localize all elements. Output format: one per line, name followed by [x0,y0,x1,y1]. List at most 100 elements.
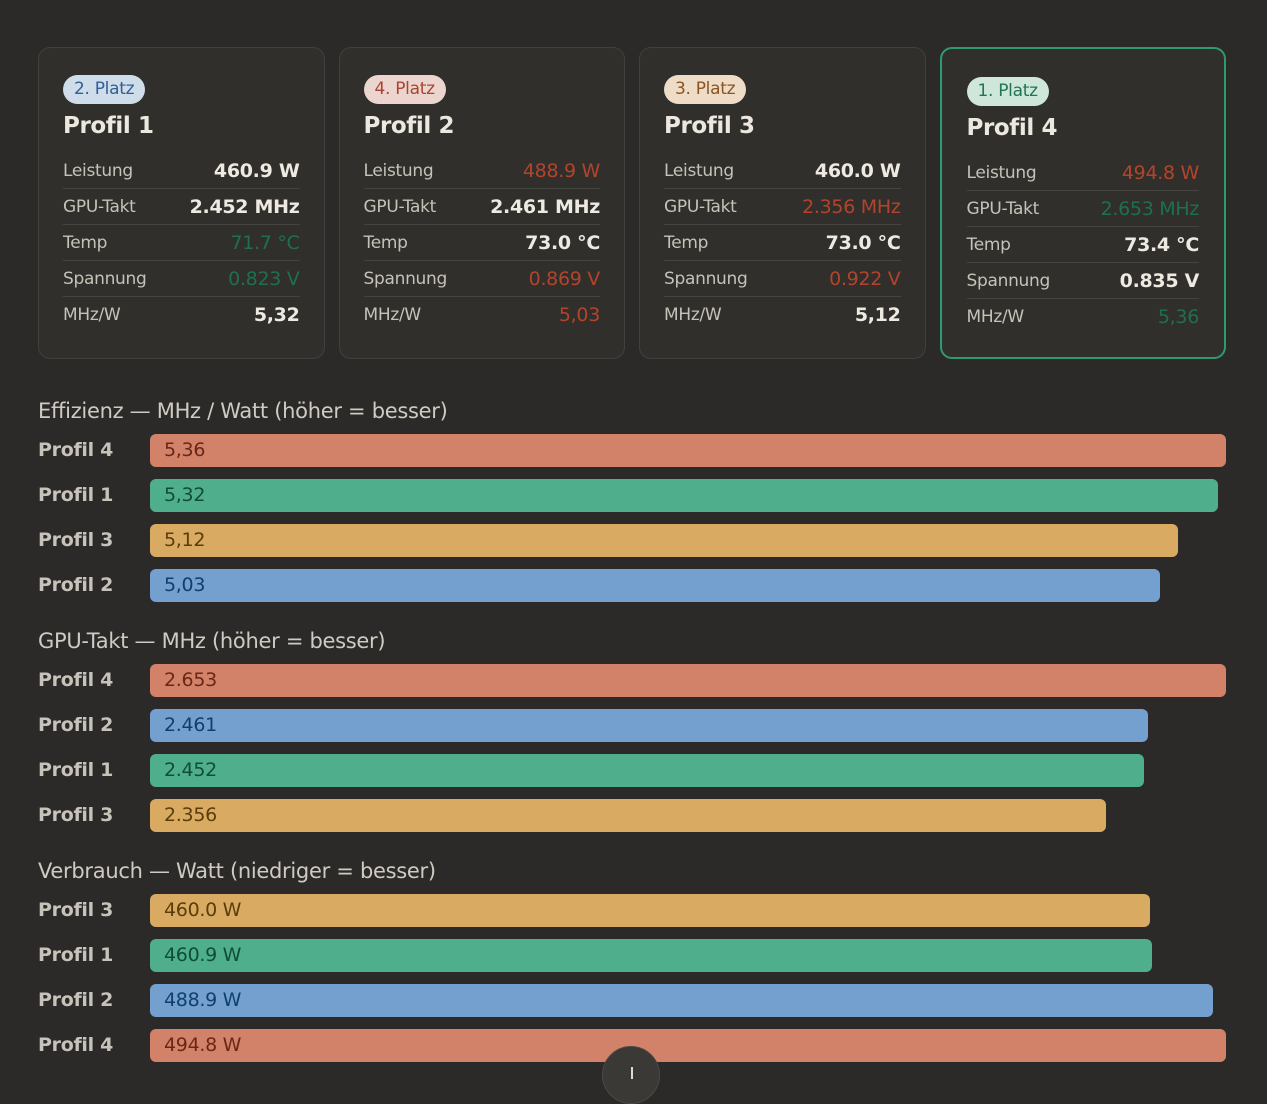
metric-row: GPU-Takt 2.452 MHz [63,189,300,225]
chart-title: Verbrauch — Watt (niedriger = besser) [38,859,436,883]
bar-label: Profil 1 [38,944,114,966]
metrics-list: Leistung 494.8 W GPU-Takt 2.653 MHz Temp 73.4… [966,155,1200,334]
metric-value: 5,32 [253,303,300,326]
bar-row: Profil 4 2.653 [38,664,1226,709]
bar-value-label: 460.0 W [164,899,242,921]
bar-label: Profil 4 [38,1034,114,1056]
metric-label: MHz/W [363,304,422,325]
metric-row: Spannung 0.922 V [664,261,901,297]
bar-value-label: 494.8 W [164,1034,242,1056]
bar [150,894,1150,927]
bar-label: Profil 4 [38,439,114,461]
chart-title: GPU-Takt — MHz (höher = besser) [38,629,386,653]
bar-row: Profil 2 5,03 [38,569,1226,614]
metric-label: GPU-Takt [363,196,437,217]
rank-badge: 4. Platz [363,75,446,104]
metric-label: Temp [966,234,1011,255]
bar [150,799,1106,832]
metric-value: 2.461 MHz [490,195,600,218]
metric-label: GPU-Takt [966,198,1040,219]
bar-value-label: 2.653 [164,669,217,691]
bar-row: Profil 2 488.9 W [38,984,1226,1029]
metrics-list: Leistung 460.9 W GPU-Takt 2.452 MHz Temp 71.7… [63,153,300,332]
bar-row: Profil 3 5,12 [38,524,1226,569]
bar [150,754,1144,787]
bar-label: Profil 3 [38,899,114,921]
metric-label: Leistung [664,160,734,181]
metric-row: Leistung 460.9 W [63,153,300,189]
metric-value: 71.7 °C [230,231,300,254]
metric-row: MHz/W 5,03 [364,297,601,332]
arrow-down-icon [631,1067,633,1079]
metric-value: 2.452 MHz [189,195,300,218]
bar [150,664,1226,697]
metric-label: Temp [664,232,709,253]
metric-row: Temp 73.0 °C [363,225,600,261]
metric-row: GPU-Takt 2.461 MHz [363,189,600,225]
bar-value-label: 460.9 W [164,944,242,966]
chart-bars: Profil 4 5,36 Profil 1 5,32 Profil 3 5,12 Prof… [38,434,1226,614]
bar-value-label: 488.9 W [164,989,242,1011]
bar-row: Profil 1 2.452 [38,754,1226,799]
profile-card-2: 4. Platz Profil 2 Leistung 488.9 W GPU-Takt 2… [338,47,625,359]
metric-label: MHz/W [63,304,121,325]
metric-label: Leistung [966,162,1037,183]
metric-row: Leistung 460.0 W [664,153,901,189]
chart-title: Effizienz — MHz / Watt (höher = besser) [38,399,448,423]
bar-value-label: 2.452 [164,759,217,781]
bar-value-label: 5,03 [164,574,206,596]
rank-badge: 3. Platz [664,75,747,104]
metric-value: 2.653 MHz [1100,197,1200,220]
metric-row: Temp 71.7 °C [63,225,300,261]
metric-value: 2.356 MHz [802,195,901,218]
bar-label: Profil 2 [38,714,114,736]
metrics-list: Leistung 488.9 W GPU-Takt 2.461 MHz Temp 73.0… [363,153,601,332]
metric-label: Spannung [966,270,1051,291]
metric-value: 0.869 V [528,267,601,290]
metric-value: 5,36 [1157,305,1199,328]
bar-row: Profil 3 460.0 W [38,894,1226,939]
bar [150,939,1152,972]
metric-label: Temp [63,232,108,253]
bar-row: Profil 4 5,36 [38,434,1226,479]
bar [150,709,1148,742]
profile-card-1: 2. Platz Profil 1 Leistung 460.9 W GPU-Takt 2… [38,47,325,359]
scroll-down-button[interactable] [602,1046,660,1104]
metric-value: 5,03 [558,303,600,326]
bar-row: Profil 2 2.461 [38,709,1226,754]
profile-cards: 2. Platz Profil 1 Leistung 460.9 W GPU-Takt 2… [38,47,1226,359]
metric-row: Leistung 488.9 W [363,153,600,189]
metric-row: MHz/W 5,32 [63,297,300,332]
profile-name: Profil 2 [363,113,455,139]
bar-label: Profil 2 [38,574,114,596]
metric-row: Temp 73.0 °C [664,225,901,261]
metrics-list: Leistung 460.0 W GPU-Takt 2.356 MHz Temp 73.0… [664,153,901,332]
metric-value: 5,12 [854,303,901,326]
bar-value-label: 2.356 [164,804,217,826]
metric-value: 460.9 W [213,159,300,182]
metric-row: Leistung 494.8 W [966,155,1199,191]
metric-label: GPU-Takt [664,196,737,217]
bar-value-label: 5,32 [164,484,206,506]
metric-value: 460.0 W [814,159,901,182]
metric-row: MHz/W 5,36 [967,299,1200,334]
metric-label: MHz/W [966,306,1025,327]
profile-name: Profil 3 [664,113,755,139]
metric-value: 73.0 °C [525,231,600,254]
bar-label: Profil 3 [38,529,114,551]
power-chart: Verbrauch — Watt (niedriger = besser) Pr… [38,856,1226,1074]
bar-value-label: 5,12 [164,529,206,551]
bar-row: Profil 1 5,32 [38,479,1226,524]
bar-value-label: 2.461 [164,714,217,736]
bar-label: Profil 3 [38,804,114,826]
metric-label: Leistung [63,160,133,181]
metric-row: GPU-Takt 2.356 MHz [664,189,901,225]
bar-label: Profil 1 [38,484,114,506]
metric-label: Spannung [363,268,448,289]
metric-label: GPU-Takt [63,196,136,217]
profile-name: Profil 4 [966,115,1058,141]
metric-value: 0.823 V [228,267,300,290]
profile-name: Profil 1 [63,113,154,139]
bar-label: Profil 4 [38,669,114,691]
metric-row: Spannung 0.823 V [63,261,300,297]
